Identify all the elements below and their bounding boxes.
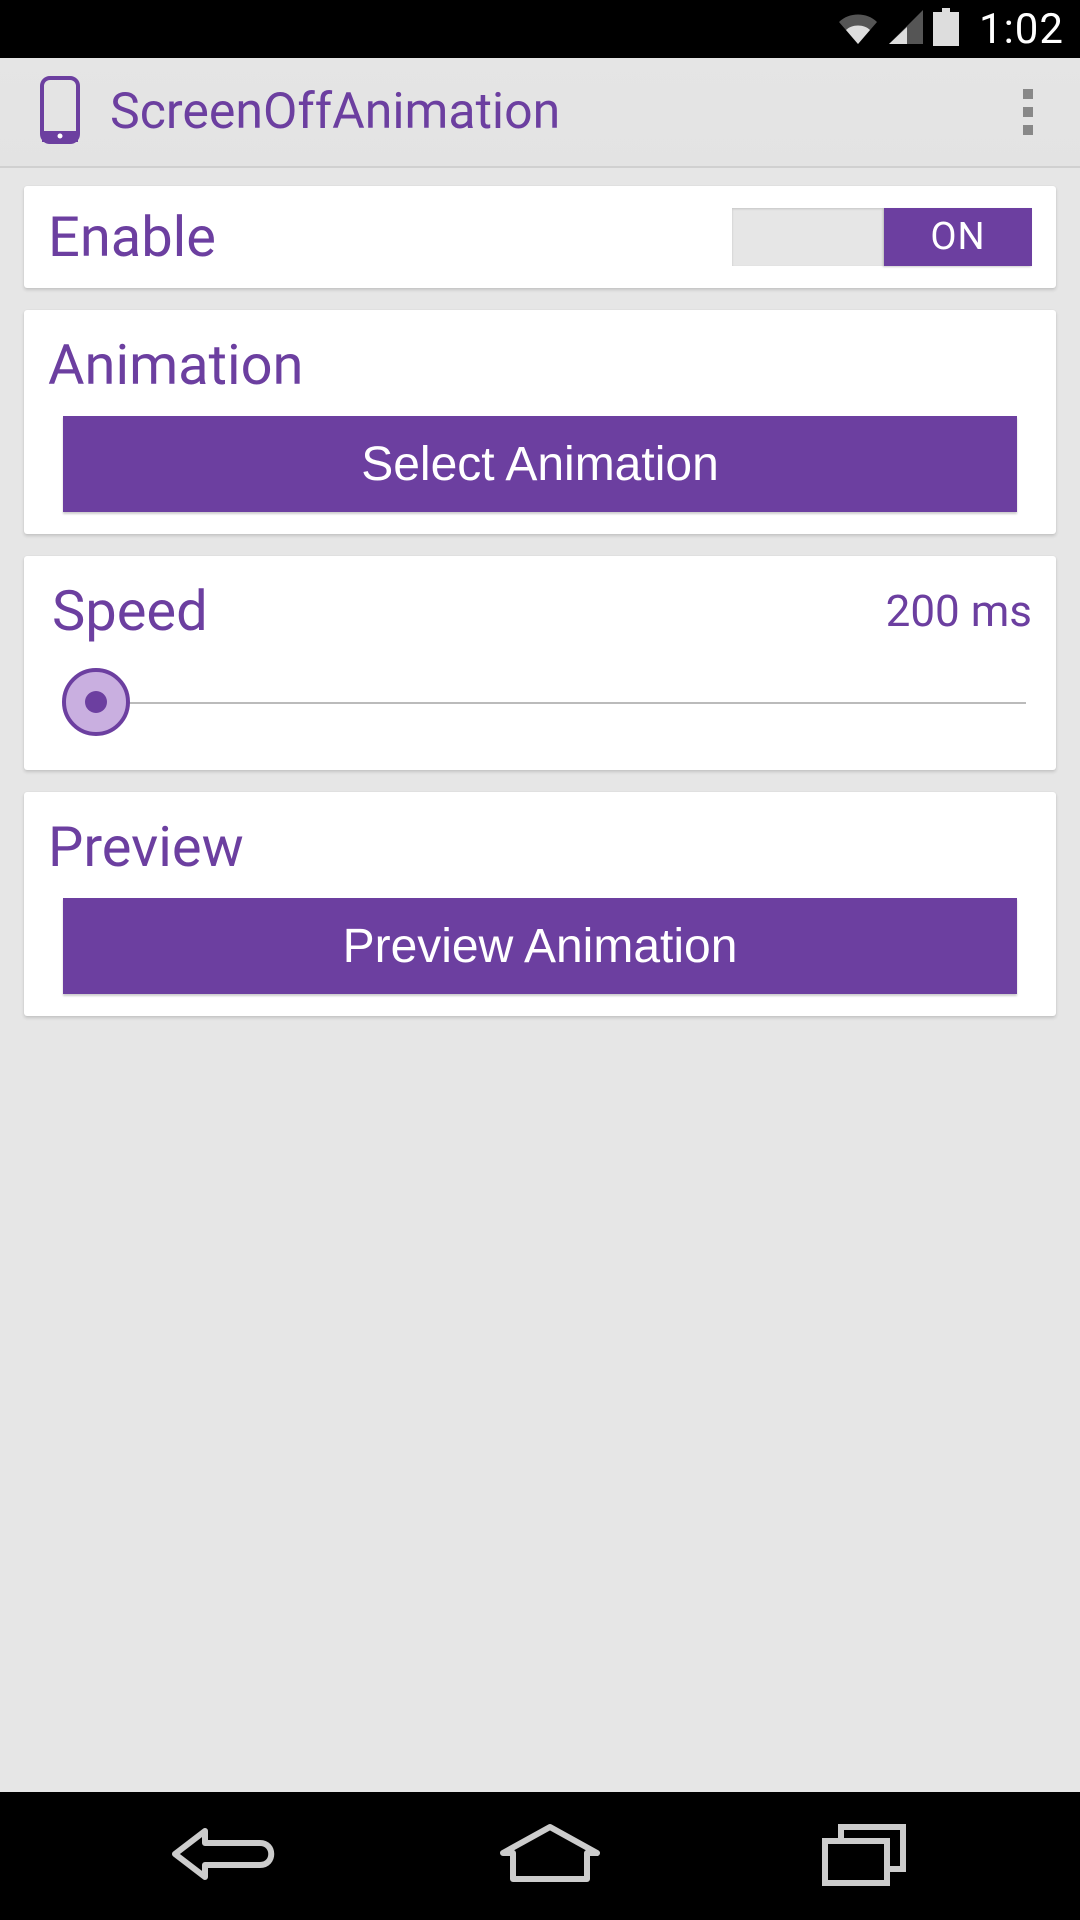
battery-icon <box>933 8 959 50</box>
preview-animation-button[interactable]: Preview Animation <box>63 898 1017 994</box>
cell-signal-icon <box>889 10 923 48</box>
slider-thumb[interactable] <box>62 668 130 736</box>
navigation-bar <box>0 1792 1080 1920</box>
preview-card: Preview Preview Animation <box>24 792 1056 1016</box>
enable-label: Enable <box>48 204 216 270</box>
animation-card: Animation Select Animation <box>24 310 1056 534</box>
home-button[interactable] <box>495 1819 605 1893</box>
recent-apps-button[interactable] <box>815 1819 915 1893</box>
speed-card: Speed 200 ms <box>24 556 1056 770</box>
toggle-knob: ON <box>884 208 1032 266</box>
content-area: Enable ON Animation Select Animation Spe… <box>0 168 1080 1792</box>
slider-track <box>84 702 1026 704</box>
overflow-menu-button[interactable] <box>1006 84 1050 140</box>
app-header: ScreenOffAnimation <box>0 58 1080 168</box>
status-clock: 1:02 <box>979 5 1064 54</box>
overflow-dot-icon <box>1023 89 1033 99</box>
preview-title: Preview <box>48 814 1032 880</box>
enable-toggle[interactable]: ON <box>732 208 1032 266</box>
wifi-icon <box>837 10 879 48</box>
overflow-dot-icon <box>1023 107 1033 117</box>
select-animation-button[interactable]: Select Animation <box>63 416 1017 512</box>
enable-card: Enable ON <box>24 186 1056 288</box>
phone-icon <box>40 76 80 148</box>
speed-value: 200 ms <box>886 585 1032 637</box>
animation-title: Animation <box>48 332 1032 398</box>
slider-thumb-dot-icon <box>85 691 107 713</box>
overflow-dot-icon <box>1023 125 1033 135</box>
app-title: ScreenOffAnimation <box>110 83 1006 141</box>
speed-slider[interactable] <box>54 662 1026 742</box>
speed-title: Speed <box>48 578 208 644</box>
status-bar: 1:02 <box>0 0 1080 58</box>
back-button[interactable] <box>165 1819 285 1893</box>
